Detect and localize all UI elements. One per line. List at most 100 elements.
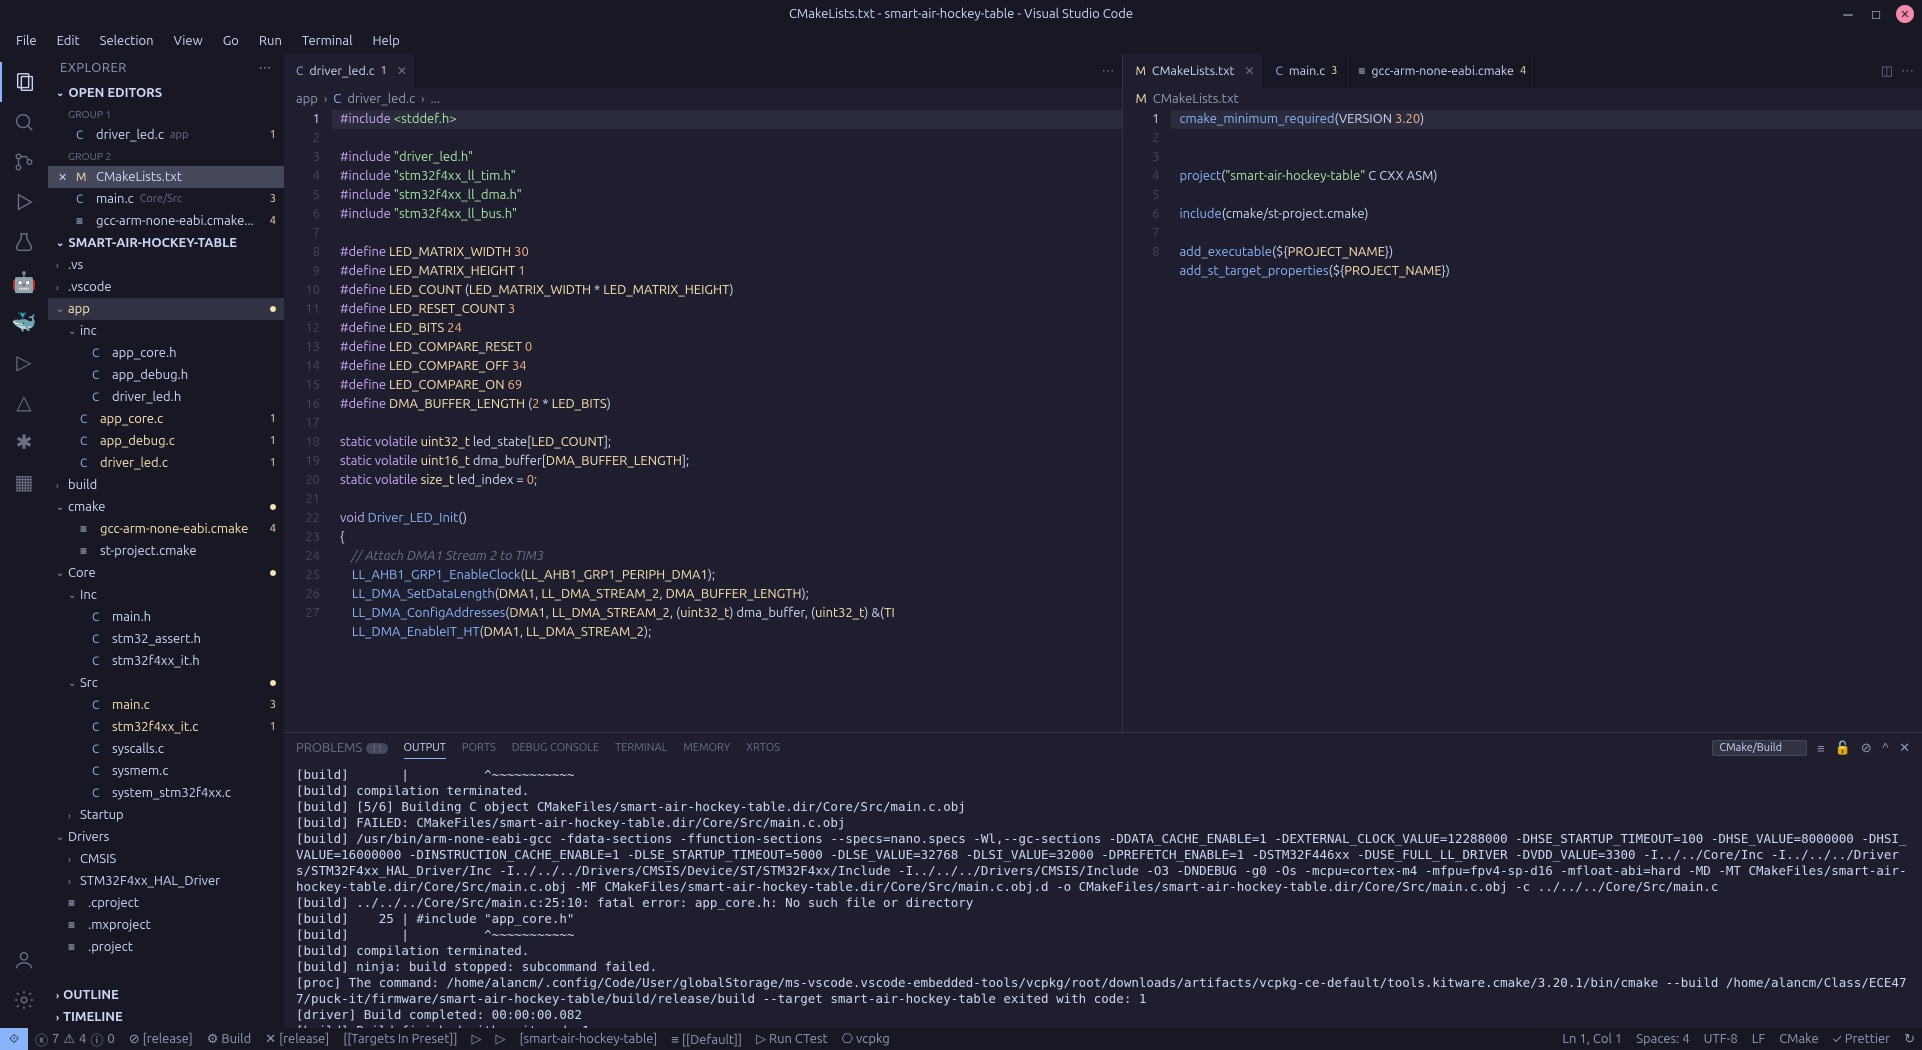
- file-item[interactable]: Csystem_stm32f4xx.c: [48, 782, 284, 804]
- status-cursor[interactable]: Ln 1, Col 1: [1555, 1028, 1629, 1050]
- folder-item[interactable]: ›.vscode: [48, 276, 284, 298]
- stm-icon[interactable]: ✱: [0, 422, 48, 462]
- file-item[interactable]: ≡st-project.cmake: [48, 540, 284, 562]
- tab-cmakelists[interactable]: M CMakeLists.txt ✕: [1123, 54, 1263, 88]
- tab-driver-led[interactable]: C driver_led.c 1 ✕: [284, 54, 416, 88]
- source-control-icon[interactable]: [0, 142, 48, 182]
- file-item[interactable]: Cstm32_assert.h: [48, 628, 284, 650]
- menu-go[interactable]: Go: [215, 32, 247, 50]
- folder-item[interactable]: ›build: [48, 474, 284, 496]
- menu-terminal[interactable]: Terminal: [294, 32, 361, 50]
- folder-item[interactable]: ⌄Src: [48, 672, 284, 694]
- tab-gcc-cmake[interactable]: ≡ gcc-arm-none-eabi.cmake 4: [1346, 54, 1535, 88]
- open-editor-item[interactable]: ≡gcc-arm-none-eabi.cmake...4: [48, 210, 284, 232]
- status-indent[interactable]: Spaces: 4: [1629, 1028, 1696, 1050]
- close-icon[interactable]: ✕: [1896, 5, 1914, 23]
- folder-item[interactable]: ⌄cmake: [48, 496, 284, 518]
- folder-item[interactable]: ⌄Drivers: [48, 826, 284, 848]
- split-icon[interactable]: ◫: [1881, 64, 1893, 79]
- file-item[interactable]: Csysmem.c: [48, 760, 284, 782]
- maximize-icon[interactable]: □: [1868, 6, 1884, 22]
- file-item[interactable]: Cmain.c3: [48, 694, 284, 716]
- folder-item[interactable]: ›STM32F4xx_HAL_Driver: [48, 870, 284, 892]
- accounts-icon[interactable]: [0, 940, 48, 980]
- clear-icon[interactable]: ⊘: [1861, 741, 1872, 756]
- menu-selection[interactable]: Selection: [92, 32, 162, 50]
- chip-icon[interactable]: ▦: [0, 462, 48, 502]
- status-eol[interactable]: LF: [1745, 1028, 1772, 1050]
- output-channel-select[interactable]: CMake/Build: [1712, 740, 1807, 756]
- status-errors[interactable]: ⓧ 7 ⚠ 4 ⓘ 0: [28, 1028, 122, 1050]
- close-panel-icon[interactable]: ✕: [1899, 741, 1910, 756]
- menu-file[interactable]: File: [8, 32, 45, 50]
- folder-item[interactable]: ›CMSIS: [48, 848, 284, 870]
- file-item[interactable]: ≡gcc-arm-none-eabi.cmake4: [48, 518, 284, 540]
- status-feedback[interactable]: ↻: [1897, 1028, 1922, 1050]
- testing-icon[interactable]: [0, 222, 48, 262]
- menu-edit[interactable]: Edit: [49, 32, 88, 50]
- timeline-header[interactable]: ›TIMELINE: [48, 1006, 284, 1028]
- search-icon[interactable]: [0, 102, 48, 142]
- file-item[interactable]: ≡.project: [48, 936, 284, 958]
- panel-problems[interactable]: PROBLEMS11: [296, 737, 388, 759]
- file-item[interactable]: Cdriver_led.c1: [48, 452, 284, 474]
- menu-run[interactable]: Run: [251, 32, 290, 50]
- maximize-panel-icon[interactable]: ^: [1882, 741, 1889, 755]
- status-debug[interactable]: ▷: [464, 1028, 488, 1050]
- explorer-icon[interactable]: [0, 62, 48, 102]
- status-launch[interactable]: ▷: [488, 1028, 512, 1050]
- status-build[interactable]: ⚙ Build: [200, 1028, 258, 1050]
- open-editor-item[interactable]: ✕MCMakeLists.txt: [48, 166, 284, 188]
- folder-item[interactable]: ⌄Inc: [48, 584, 284, 606]
- breadcrumb-left[interactable]: app › C driver_led.c › ...: [284, 88, 1122, 110]
- file-item[interactable]: Cstm32f4xx_it.h: [48, 650, 284, 672]
- settings-icon[interactable]: [0, 980, 48, 1020]
- menu-help[interactable]: Help: [364, 32, 407, 50]
- more-icon[interactable]: ⋯: [1101, 64, 1114, 79]
- panel-ports[interactable]: PORTS: [462, 738, 496, 758]
- menu-view[interactable]: View: [166, 32, 211, 50]
- file-item[interactable]: Capp_core.h: [48, 342, 284, 364]
- panel-debug-console[interactable]: DEBUG CONSOLE: [512, 738, 599, 758]
- folder-item[interactable]: ⌄Core: [48, 562, 284, 584]
- code-content-right[interactable]: cmake_minimum_required(VERSION 3.20) pro…: [1171, 110, 1922, 732]
- breadcrumb-right[interactable]: M CMakeLists.txt: [1123, 88, 1922, 110]
- folder-item[interactable]: ⌄app: [48, 298, 284, 320]
- remote-icon[interactable]: ⟐: [0, 1028, 28, 1050]
- outline-header[interactable]: ›OUTLINE: [48, 984, 284, 1006]
- minimize-icon[interactable]: ─: [1840, 6, 1856, 22]
- close-tab-icon[interactable]: ✕: [1244, 64, 1254, 78]
- cmake-icon[interactable]: △: [0, 382, 48, 422]
- panel-xrtos[interactable]: XRTOS: [746, 738, 780, 758]
- run-debug-icon[interactable]: [0, 182, 48, 222]
- status-release1[interactable]: ⊘ [release]: [122, 1028, 200, 1050]
- docker-icon[interactable]: 🐳: [0, 302, 48, 342]
- status-prettier[interactable]: ✓ Prettier: [1826, 1028, 1897, 1050]
- open-editor-item[interactable]: Cmain.cCore/Src3: [48, 188, 284, 210]
- tab-main-c[interactable]: C main.c 3: [1264, 54, 1347, 88]
- status-lang[interactable]: CMake: [1772, 1028, 1825, 1050]
- status-target[interactable]: [smart-air-hockey-table]: [512, 1028, 664, 1050]
- status-encoding[interactable]: UTF-8: [1697, 1028, 1745, 1050]
- project-header[interactable]: ⌄SMART-AIR-HOCKEY-TABLE: [48, 232, 284, 254]
- panel-terminal[interactable]: TERMINAL: [615, 738, 667, 758]
- terminal-output[interactable]: [build] | ^~~~~~~~~~~~ [build] compilati…: [284, 763, 1922, 1028]
- file-item[interactable]: Cstm32f4xx_it.c1: [48, 716, 284, 738]
- file-item[interactable]: ≡.cproject: [48, 892, 284, 914]
- panel-output[interactable]: OUTPUT: [404, 738, 446, 759]
- file-item[interactable]: Capp_debug.c1: [48, 430, 284, 452]
- status-ctest[interactable]: ▷ Run CTest: [749, 1028, 835, 1050]
- lock-icon[interactable]: 🔓: [1835, 741, 1851, 756]
- code-area-right[interactable]: 12345678 cmake_minimum_required(VERSION …: [1123, 110, 1922, 732]
- status-targets[interactable]: [[Targets In Preset]]: [336, 1028, 464, 1050]
- folder-item[interactable]: ⌄inc: [48, 320, 284, 342]
- file-item[interactable]: Capp_debug.h: [48, 364, 284, 386]
- more-icon[interactable]: ⋯: [1901, 64, 1914, 79]
- folder-item[interactable]: ›Startup: [48, 804, 284, 826]
- file-item[interactable]: Csyscalls.c: [48, 738, 284, 760]
- file-item[interactable]: ≡.mxproject: [48, 914, 284, 936]
- folder-item[interactable]: ›.vs: [48, 254, 284, 276]
- status-vcpkg[interactable]: ⎔ vcpkg: [835, 1028, 897, 1050]
- file-item[interactable]: Cmain.h: [48, 606, 284, 628]
- open-editors-header[interactable]: ⌄OPEN EDITORS: [48, 82, 284, 104]
